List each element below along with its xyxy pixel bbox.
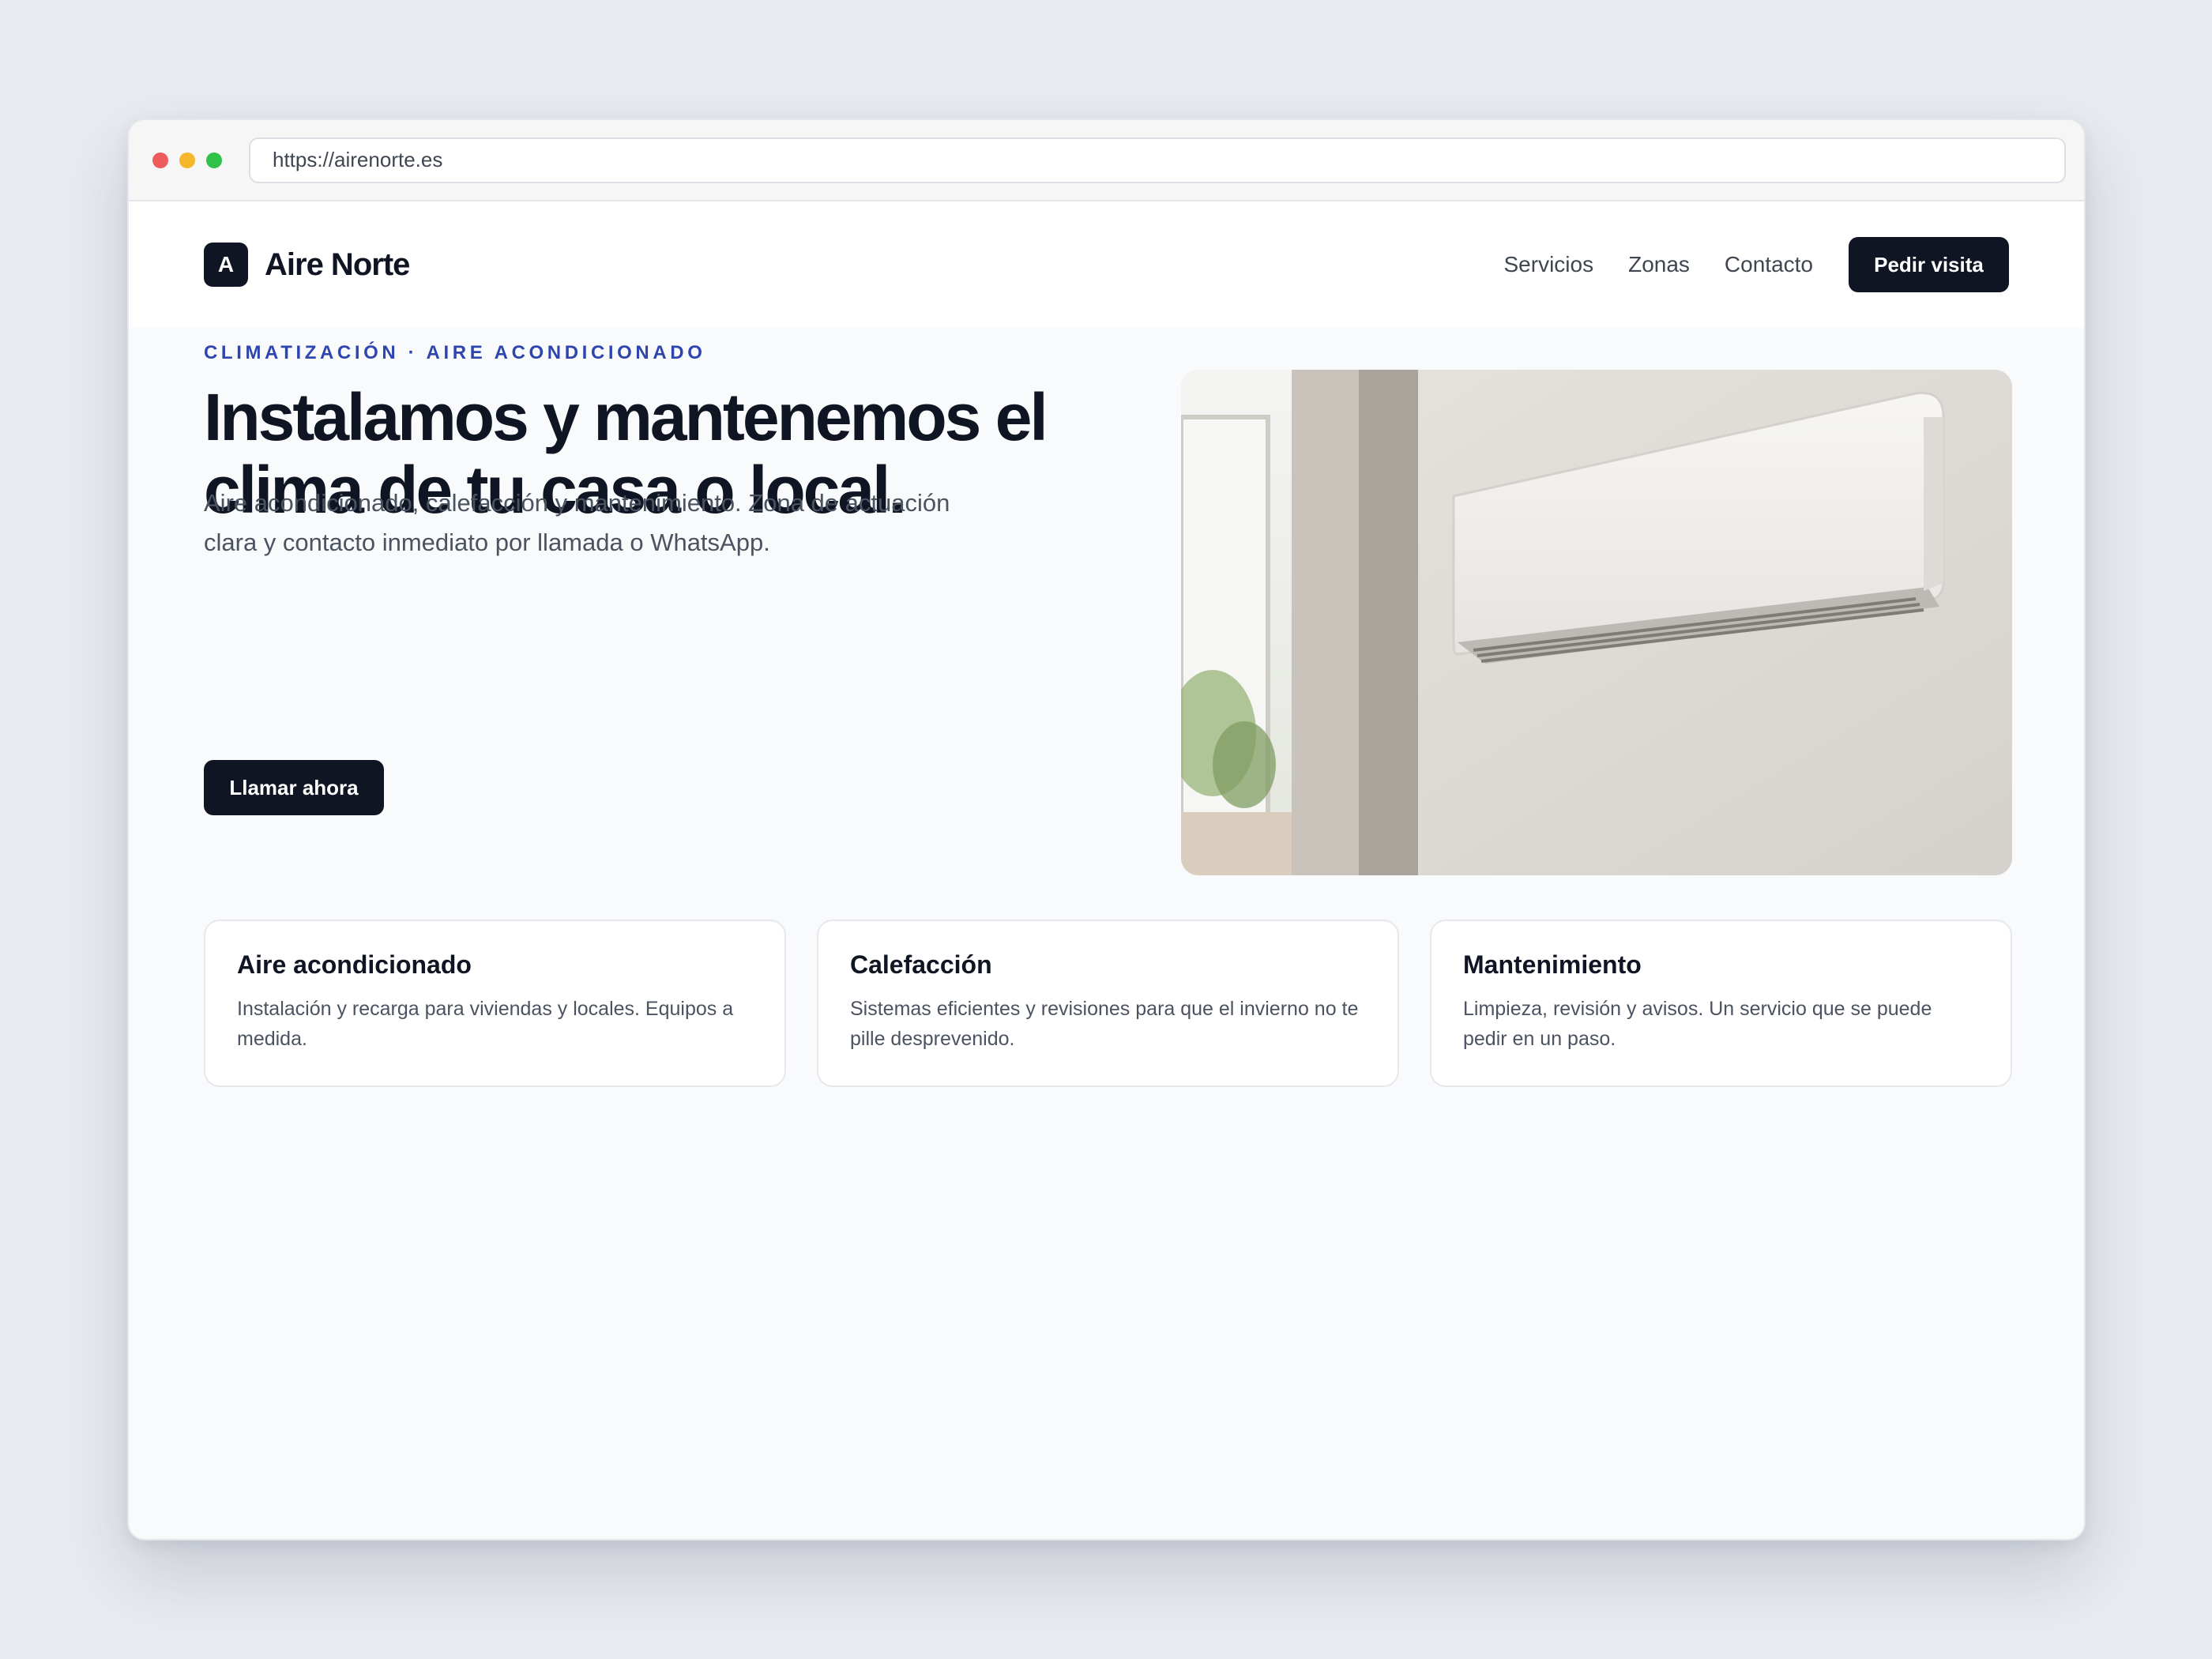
logo-mark[interactable]: A	[204, 243, 248, 287]
site-navbar: A Aire Norte Servicios Zonas Contacto Pe…	[129, 201, 2084, 328]
browser-chrome: https://airenorte.es	[129, 120, 2084, 201]
nav-link-servicios[interactable]: Servicios	[1504, 252, 1594, 277]
service-title: Aire acondicionado	[237, 950, 472, 979]
nav-links: Servicios Zonas Contacto Pedir visita	[1469, 237, 2009, 292]
service-card[interactable]: Aire acondicionado Instalación y recarga…	[204, 920, 786, 1087]
browser-window: https://airenorte.es A Aire Norte Servic…	[127, 118, 2086, 1540]
service-description: Limpieza, revisión y avisos. Un servicio…	[1463, 998, 1932, 1050]
services-cards: Aire acondicionado Instalación y recarga…	[204, 920, 2012, 1087]
service-description: Sistemas eficientes y revisiones para qu…	[850, 998, 1359, 1050]
service-card[interactable]: Mantenimiento Limpieza, revisión y aviso…	[1430, 920, 2012, 1087]
air-conditioner-photo	[1181, 370, 2012, 875]
service-description: Instalación y recarga para viviendas y l…	[237, 998, 734, 1050]
url-text: https://airenorte.es	[273, 148, 443, 171]
hero-lead: Aire acondicionado, calefacción y manten…	[204, 489, 950, 556]
logo-letter: A	[217, 252, 235, 276]
maximize-window-button[interactable]	[206, 152, 222, 168]
minimize-window-button[interactable]	[179, 152, 195, 168]
brand-name[interactable]: Aire Norte	[265, 247, 410, 283]
service-title: Calefacción	[850, 950, 992, 979]
close-window-button[interactable]	[152, 152, 168, 168]
hero-eyebrow: CLIMATIZACIÓN · AIRE ACONDICIONADO	[204, 342, 706, 363]
service-card[interactable]: Calefacción Sistemas eficientes y revisi…	[817, 920, 1399, 1087]
nav-link-zonas[interactable]: Zonas	[1628, 252, 1690, 277]
request-visit-button[interactable]: Pedir visita	[1849, 237, 2009, 292]
address-bar[interactable]: https://airenorte.es	[249, 137, 2066, 183]
air-conditioner-illustration	[1181, 370, 2012, 875]
nav-link-contacto[interactable]: Contacto	[1725, 252, 1813, 277]
call-now-button[interactable]: Llamar ahora	[204, 760, 384, 815]
service-title: Mantenimiento	[1463, 950, 1642, 979]
